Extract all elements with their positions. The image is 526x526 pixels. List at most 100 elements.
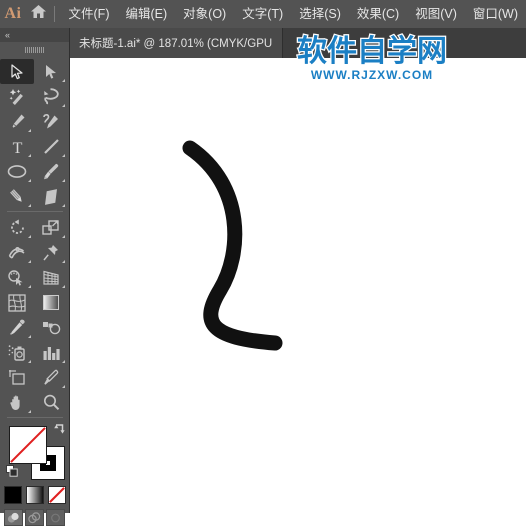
flyout-indicator-icon	[28, 410, 31, 413]
swap-fill-stroke-button[interactable]	[53, 423, 66, 441]
shaper-tool[interactable]	[0, 184, 34, 209]
draw-behind-mode[interactable]	[25, 509, 44, 526]
draw-inside-mode[interactable]	[46, 509, 65, 526]
hand-tool[interactable]	[0, 390, 34, 415]
menu-file[interactable]: 文件(F)	[61, 0, 118, 28]
lasso-tool[interactable]	[34, 84, 68, 109]
color-mode-solid[interactable]	[3, 486, 22, 504]
menu-object[interactable]: 对象(O)	[175, 0, 234, 28]
type-t-icon: T	[12, 140, 22, 155]
magic-wand-tool[interactable]	[0, 84, 34, 109]
flyout-indicator-icon	[62, 104, 65, 107]
mesh-tool[interactable]	[0, 290, 34, 315]
flyout-indicator-icon	[28, 335, 31, 338]
menu-view[interactable]: 视图(V)	[407, 0, 465, 28]
flyout-indicator-icon	[62, 179, 65, 182]
menu-effect[interactable]: 效果(C)	[349, 0, 407, 28]
scale-squares-icon	[42, 220, 59, 235]
free-transform-tool[interactable]	[34, 240, 68, 265]
tool-row	[0, 240, 69, 265]
draw-behind-icon	[28, 511, 41, 523]
paintbrush-tool[interactable]	[34, 159, 68, 184]
curvature-pen-icon	[43, 114, 58, 129]
type-tool[interactable]: T	[0, 134, 34, 159]
eyedropper-tool[interactable]	[0, 315, 34, 340]
artboard-canvas[interactable]	[70, 58, 526, 513]
flyout-indicator-icon	[28, 235, 31, 238]
tool-row	[0, 315, 69, 340]
flyout-indicator-icon	[62, 79, 65, 82]
eraser-tool[interactable]	[34, 184, 68, 209]
home-button[interactable]	[26, 0, 52, 28]
shape-builder-tool[interactable]	[0, 265, 34, 290]
s-curve-path[interactable]	[182, 140, 283, 351]
tool-row	[0, 159, 69, 184]
swap-arrows-icon	[54, 424, 65, 434]
color-mode-none[interactable]	[47, 486, 66, 504]
scale-tool[interactable]	[34, 215, 68, 240]
flyout-indicator-icon	[28, 129, 31, 132]
eraser-icon	[45, 188, 57, 205]
direct-selection-arrow-icon	[46, 64, 56, 79]
document-tab-label: 未标题-1.ai* @ 187.01% (CMYK/GPU	[79, 38, 273, 50]
zoom-tool[interactable]	[34, 390, 68, 415]
drag-grip-icon[interactable]	[0, 44, 69, 56]
ellipse-tool[interactable]	[0, 159, 34, 184]
menu-item-list: 文件(F) 编辑(E) 对象(O) 文字(T) 选择(S) 效果(C) 视图(V…	[61, 0, 526, 28]
perspective-grid-icon	[43, 270, 59, 285]
slice-tool[interactable]	[34, 365, 68, 390]
rotate-tool[interactable]	[0, 215, 34, 240]
eyedropper-icon	[9, 319, 25, 335]
fill-stroke-controls	[0, 422, 70, 484]
draw-normal-mode[interactable]	[4, 509, 23, 526]
tool-row	[0, 265, 69, 290]
tool-divider	[6, 211, 63, 212]
tool-row	[0, 109, 69, 134]
flyout-indicator-icon	[28, 260, 31, 263]
svg-text:T: T	[12, 140, 22, 155]
pen-tool[interactable]	[0, 109, 34, 134]
tools-panel-header[interactable]: «	[0, 28, 69, 42]
tool-grid: T	[0, 59, 69, 415]
menu-edit[interactable]: 编辑(E)	[117, 0, 175, 28]
menu-type[interactable]: 文字(T)	[234, 0, 291, 28]
tool-row	[0, 365, 69, 390]
magnifier-icon	[43, 394, 59, 411]
app-logo: Ai	[0, 0, 26, 28]
default-fill-stroke-button[interactable]	[6, 464, 18, 482]
collapse-panel-icon[interactable]: «	[5, 30, 10, 40]
artwork-layer	[182, 140, 283, 351]
tool-row	[0, 340, 69, 365]
symbol-sprayer-tool[interactable]	[0, 340, 34, 365]
flyout-indicator-icon	[62, 385, 65, 388]
menu-select[interactable]: 选择(S)	[291, 0, 349, 28]
ellipse-icon	[7, 165, 27, 178]
flyout-indicator-icon	[62, 154, 65, 157]
no-fill-slash-icon	[10, 427, 46, 463]
color-mode-gradient[interactable]	[25, 486, 44, 504]
blend-tool[interactable]	[34, 315, 68, 340]
artboard-tool[interactable]	[0, 365, 34, 390]
column-graph-tool[interactable]	[34, 340, 68, 365]
none-slash-icon	[48, 487, 65, 503]
document-tab[interactable]: 未标题-1.ai* @ 187.01% (CMYK/GPU	[70, 28, 284, 58]
width-tool[interactable]	[0, 240, 34, 265]
flyout-indicator-icon	[62, 285, 65, 288]
perspective-grid-tool[interactable]	[34, 265, 68, 290]
width-tool-icon	[8, 246, 25, 259]
gradient-tool[interactable]	[34, 290, 68, 315]
tool-row	[0, 390, 69, 415]
line-segment-tool[interactable]	[34, 134, 68, 159]
flyout-indicator-icon	[28, 285, 31, 288]
shaper-pencil-icon	[10, 189, 22, 202]
curvature-tool[interactable]	[34, 109, 68, 134]
menu-window[interactable]: 窗口(W)	[465, 0, 526, 28]
artboard-icon	[9, 370, 25, 385]
fill-swatch[interactable]	[9, 426, 47, 464]
selection-tool[interactable]	[0, 59, 34, 84]
draw-mode-row	[0, 509, 69, 526]
direct-selection-tool[interactable]	[34, 59, 68, 84]
paintbrush-icon	[43, 163, 58, 180]
draw-normal-icon	[7, 512, 19, 523]
selection-arrow-icon	[10, 63, 23, 79]
